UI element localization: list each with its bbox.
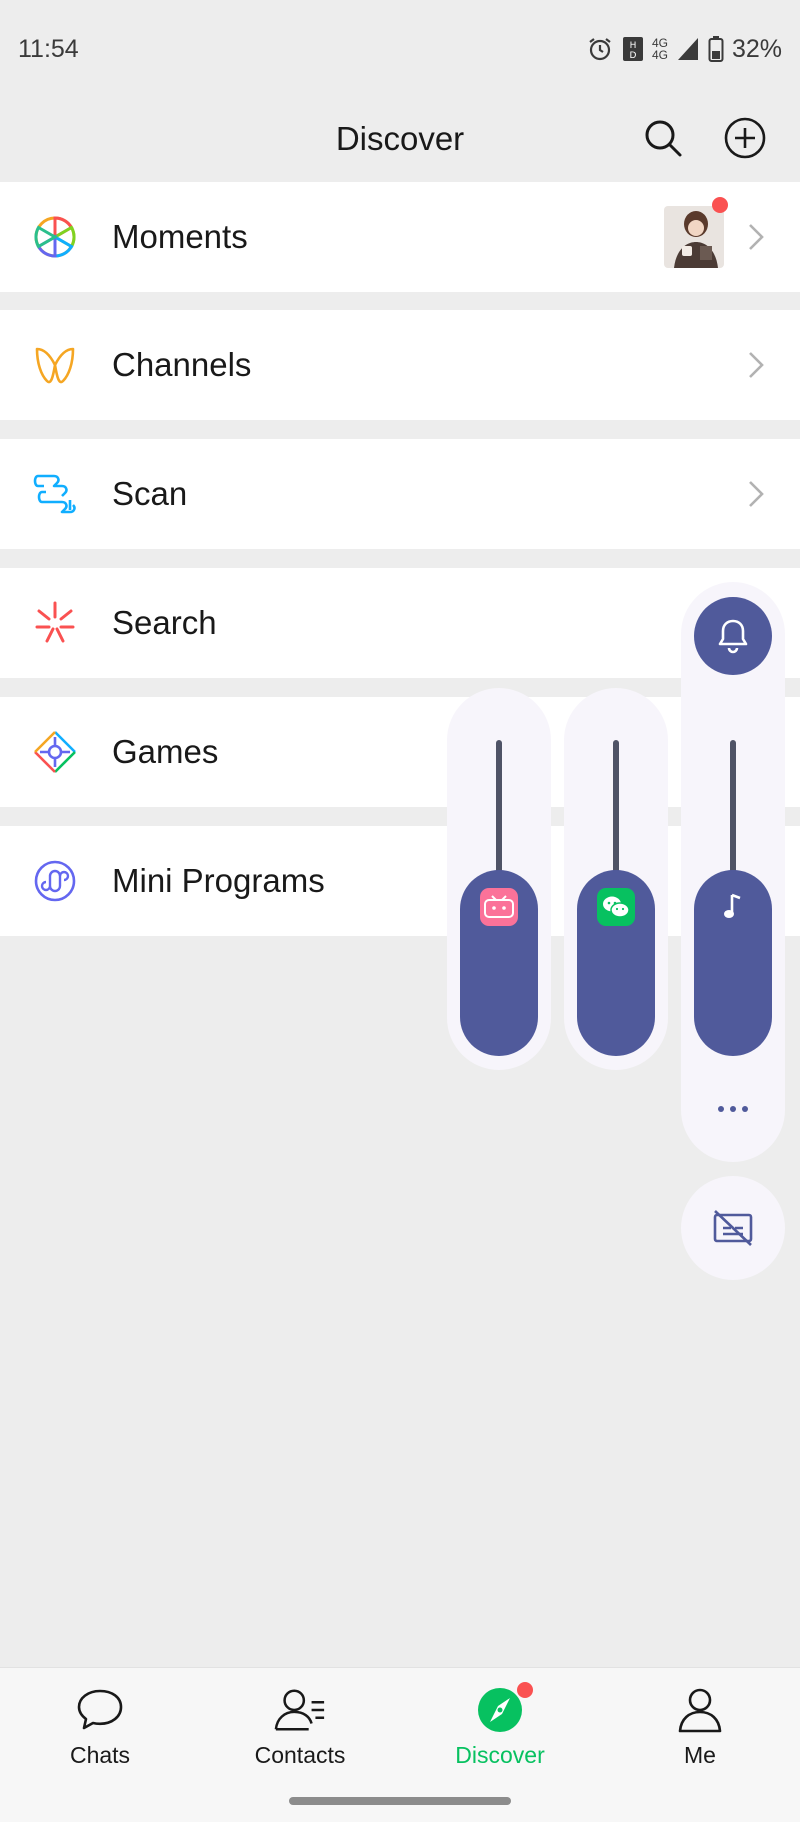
hd-icon: HD (622, 35, 644, 63)
moments-avatar (664, 206, 724, 268)
moments-badge (712, 197, 728, 213)
bilibili-icon (480, 888, 518, 926)
volume-slider-wechat-rail (613, 740, 619, 880)
menu-label-moments: Moments (112, 218, 248, 255)
home-indicator (289, 1797, 511, 1805)
chat-bubble-icon (73, 1684, 127, 1736)
page-title: Discover (335, 120, 465, 157)
signal-icon (676, 36, 700, 62)
tab-label-discover: Discover (455, 1742, 545, 1768)
subtitles-off-button[interactable] (681, 1176, 785, 1280)
tab-label-chats: Chats (69, 1742, 131, 1768)
menu-label-search: Search (112, 604, 217, 641)
svg-text:H: H (630, 41, 637, 51)
wechat-icon (597, 888, 635, 926)
volume-slider-bilibili-rail (496, 740, 502, 880)
add-circle-icon (724, 117, 766, 159)
search-spark-icon (31, 599, 79, 647)
menu-item-channels[interactable]: Channels (0, 310, 800, 420)
status-time: 11:54 (18, 34, 79, 63)
volume-more-button[interactable] (706, 1096, 760, 1122)
battery-icon (708, 35, 724, 63)
ringer-mode-button[interactable] (694, 597, 772, 675)
alarm-icon (586, 35, 614, 63)
menu-item-scan[interactable]: Scan (0, 439, 800, 549)
contacts-icon (273, 1684, 327, 1736)
music-note-icon (714, 888, 752, 926)
subtitles-off-icon (713, 1210, 753, 1246)
mini-programs-icon (31, 857, 79, 905)
compass-icon (473, 1682, 533, 1736)
battery-percent: 32% (731, 34, 782, 63)
menu-label-channels: Channels (112, 346, 252, 383)
menu-item-search[interactable]: Search (0, 568, 800, 678)
chevron-right-icon (749, 224, 764, 250)
menu-label-scan: Scan (112, 475, 188, 512)
scan-icon (31, 470, 79, 518)
tab-contacts[interactable]: Contacts (200, 1668, 400, 1798)
games-icon (31, 728, 79, 776)
add-button[interactable] (719, 112, 771, 164)
tab-label-contacts: Contacts (254, 1742, 346, 1768)
menu-label-games: Games (112, 733, 219, 770)
more-icon (718, 1106, 748, 1112)
status-icons: HD 4G 4G 32% (586, 35, 782, 64)
channels-icon (31, 341, 79, 389)
tab-chats[interactable]: Chats (0, 1668, 200, 1798)
status-bar: 11:54 HD 4G 4G 32% (0, 0, 800, 98)
menu-item-games[interactable]: Games (0, 697, 800, 807)
svg-text:D: D (629, 51, 636, 61)
menu-item-mini-programs[interactable]: Mini Programs (0, 826, 800, 936)
menu-item-moments[interactable]: Moments (0, 182, 800, 292)
search-icon (645, 120, 682, 157)
bell-icon (718, 619, 748, 654)
search-button[interactable] (637, 112, 689, 164)
moments-icon (31, 213, 79, 261)
header: Discover (0, 98, 800, 180)
tab-label-me: Me (684, 1742, 716, 1768)
tab-discover[interactable]: Discover (400, 1668, 600, 1798)
chevron-right-icon (749, 352, 764, 378)
network-4g-icon: 4G 4G (651, 36, 668, 62)
volume-slider-media-rail (730, 740, 736, 880)
tab-me[interactable]: Me (600, 1668, 800, 1798)
chevron-right-icon (749, 481, 764, 507)
menu-label-mini-programs: Mini Programs (112, 862, 325, 899)
discover-badge (517, 1682, 533, 1698)
person-icon (673, 1684, 727, 1736)
